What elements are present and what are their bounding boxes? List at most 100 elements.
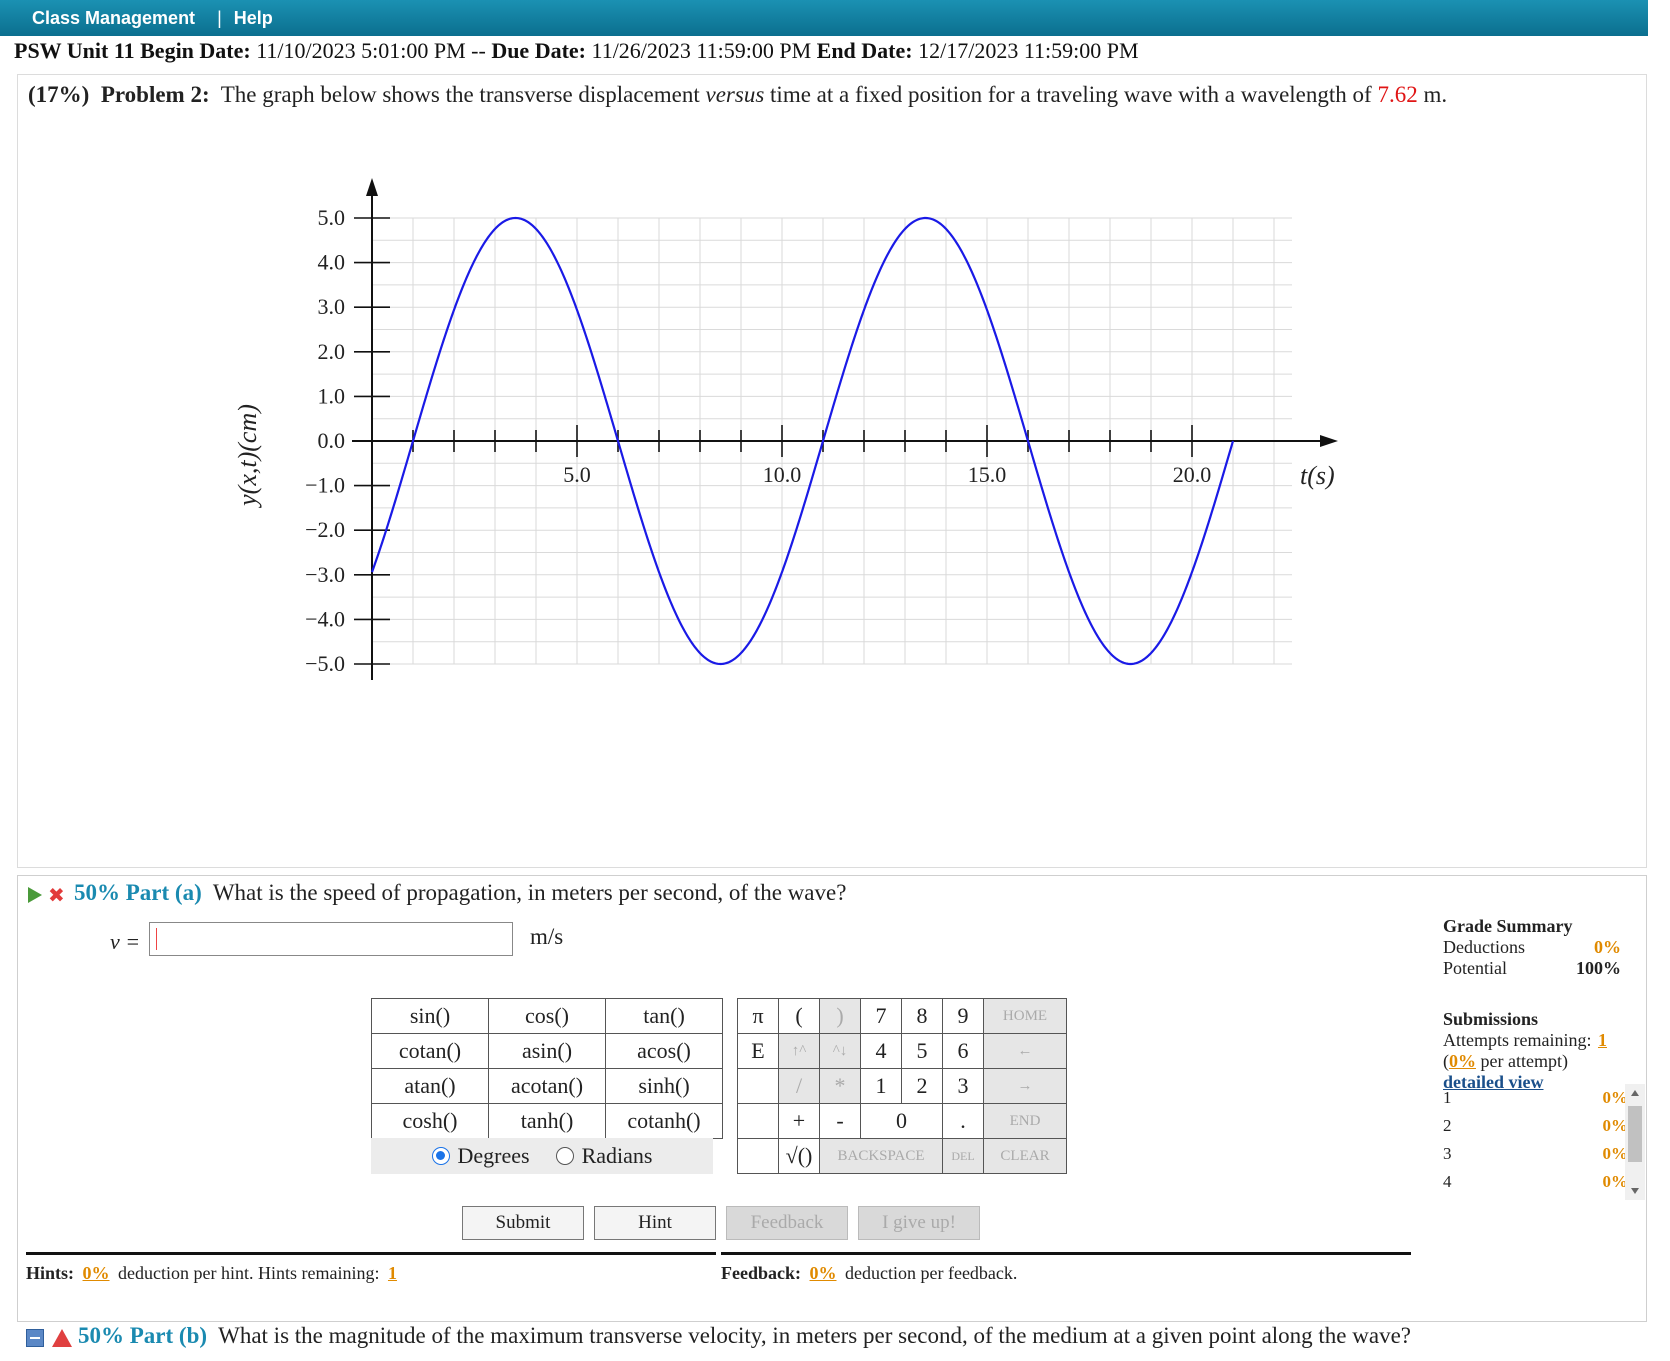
submit-button[interactable]: Submit xyxy=(462,1206,584,1240)
attempt-row: 3 0% xyxy=(1443,1144,1628,1164)
y-tick-label: 2.0 xyxy=(318,339,346,364)
attempt-row: 4 0% xyxy=(1443,1172,1628,1192)
help-link[interactable]: Help xyxy=(234,8,273,29)
y-tick-label: −1.0 xyxy=(305,473,345,498)
y-tick-label: 4.0 xyxy=(318,250,346,275)
key-plus[interactable]: + xyxy=(778,1103,820,1139)
key-4[interactable]: 4 xyxy=(860,1033,902,1069)
deductions-label: Deductions xyxy=(1443,937,1525,957)
key-7[interactable]: 7 xyxy=(860,998,902,1034)
y-tick-label: −4.0 xyxy=(305,606,345,631)
hint-button[interactable]: Hint xyxy=(594,1206,716,1240)
play-icon[interactable] xyxy=(28,886,42,903)
key-left-arrow[interactable]: ← xyxy=(983,1033,1067,1069)
key-cotanh[interactable]: cotanh() xyxy=(605,1103,723,1139)
deductions-row: Deductions 0% xyxy=(1443,937,1621,958)
key-2[interactable]: 2 xyxy=(901,1068,943,1104)
key-minus[interactable]: - xyxy=(819,1103,861,1139)
key-e[interactable]: E xyxy=(737,1033,779,1069)
key-slash[interactable]: / xyxy=(778,1068,820,1104)
key-rparen[interactable]: ) xyxy=(819,998,861,1034)
key-asin[interactable]: asin() xyxy=(488,1033,606,1069)
class-management-link[interactable]: Class Management xyxy=(32,8,195,29)
key-6[interactable]: 6 xyxy=(942,1033,984,1069)
key-lparen[interactable]: ( xyxy=(778,998,820,1034)
part-a-title: ✖ 50% Part (a) What is the speed of propa… xyxy=(28,880,846,906)
key-5[interactable]: 5 xyxy=(901,1033,943,1069)
attempts-value: 1 xyxy=(1597,1030,1607,1050)
per-attempt-text: per attempt) xyxy=(1480,1051,1568,1071)
attempt-number: 2 xyxy=(1443,1116,1452,1135)
key-atan[interactable]: atan() xyxy=(371,1068,489,1104)
attempt-number: 1 xyxy=(1443,1088,1452,1107)
key-acos[interactable]: acos() xyxy=(605,1033,723,1069)
scroll-down-icon[interactable] xyxy=(1631,1188,1639,1194)
y-tick-label: 0.0 xyxy=(318,428,346,453)
warning-icon xyxy=(52,1328,72,1347)
end-date-label: End Date: xyxy=(816,38,913,63)
collapse-icon[interactable] xyxy=(26,1328,44,1347)
part-b-question: What is the magnitude of the maximum tra… xyxy=(218,1323,1412,1348)
scrollbar-thumb[interactable] xyxy=(1628,1106,1642,1162)
key-cosh[interactable]: cosh() xyxy=(371,1103,489,1139)
key-end[interactable]: END xyxy=(983,1103,1067,1139)
hints-label: Hints: xyxy=(26,1263,75,1283)
part-a-question: What is the speed of propagation, in met… xyxy=(212,880,847,905)
key-sqrt[interactable]: √() xyxy=(778,1138,820,1174)
part-b-percent: 50% Part (b) xyxy=(78,1323,208,1348)
nav-separator: | xyxy=(217,7,222,28)
scroll-up-icon[interactable] xyxy=(1631,1090,1639,1096)
key-home[interactable]: HOME xyxy=(983,998,1067,1034)
key-3[interactable]: 3 xyxy=(942,1068,984,1104)
feedback-button[interactable]: Feedback xyxy=(726,1206,848,1240)
part-a-percent: 50% Part (a) xyxy=(74,880,202,905)
key-0[interactable]: 0 xyxy=(860,1103,943,1139)
key-down[interactable]: ^↓ xyxy=(819,1033,861,1069)
key-right-arrow[interactable]: → xyxy=(983,1068,1067,1104)
key-dot[interactable]: . xyxy=(942,1103,984,1139)
key-cotan[interactable]: cotan() xyxy=(371,1033,489,1069)
key-sinh[interactable]: sinh() xyxy=(605,1068,723,1104)
key-tanh[interactable]: tanh() xyxy=(488,1103,606,1139)
y-tick-label: 5.0 xyxy=(318,205,346,230)
key-pi[interactable]: π xyxy=(737,998,779,1034)
key-del[interactable]: DEL xyxy=(942,1138,984,1174)
attempts-list[interactable]: 1 0% 2 0% 3 0% 4 0% xyxy=(1443,1084,1651,1206)
key-8[interactable]: 8 xyxy=(901,998,943,1034)
key-9[interactable]: 9 xyxy=(942,998,984,1034)
problem-box: (17%) Problem 2: The graph below shows t… xyxy=(17,74,1647,868)
feedback-info: Feedback: 0% deduction per feedback. xyxy=(721,1252,1411,1312)
part-a-box: ✖ 50% Part (a) What is the speed of propa… xyxy=(17,875,1647,1322)
answer-unit: m/s xyxy=(530,924,564,949)
key-backspace[interactable]: BACKSPACE xyxy=(819,1138,943,1174)
end-date: 12/17/2023 11:59:00 PM xyxy=(912,38,1139,63)
key-up[interactable]: ↑^ xyxy=(778,1033,820,1069)
key-acotan[interactable]: acotan() xyxy=(488,1068,606,1104)
radians-label: Radians xyxy=(581,1143,653,1168)
submissions-title: Submissions xyxy=(1443,1009,1539,1029)
begin-date: 11/10/2023 5:01:00 PM -- xyxy=(250,38,492,63)
potential-value: 100% xyxy=(1576,958,1621,978)
key-star[interactable]: * xyxy=(819,1068,861,1104)
key-clear[interactable]: CLEAR xyxy=(983,1138,1067,1174)
key-cos[interactable]: cos() xyxy=(488,998,606,1034)
per-attempt-pct: 0% xyxy=(1449,1051,1476,1071)
attempts-scrollbar[interactable] xyxy=(1625,1084,1645,1200)
wave-graph: 5.0 4.0 3.0 2.0 1.0 0.0 −1.0 −2.0 −3.0 −4.0 −5.0 5.… xyxy=(233,178,1338,680)
y-tick-label: −2.0 xyxy=(305,517,345,542)
key-tan[interactable]: tan() xyxy=(605,998,723,1034)
key-sin[interactable]: sin() xyxy=(371,998,489,1034)
degrees-radio[interactable] xyxy=(431,1147,450,1165)
hints-remaining: 1 xyxy=(387,1263,397,1283)
potential-label: Potential xyxy=(1443,958,1507,978)
attempt-number: 3 xyxy=(1443,1144,1452,1163)
hints-deduction: 0% xyxy=(82,1263,110,1283)
x-tick-label: 10.0 xyxy=(763,462,802,487)
answer-input[interactable] xyxy=(149,922,513,956)
give-up-button[interactable]: I give up! xyxy=(858,1206,980,1240)
radians-radio[interactable] xyxy=(555,1147,574,1165)
y-tick-label: −5.0 xyxy=(305,651,345,676)
hints-text: deduction per hint. Hints remaining: xyxy=(118,1263,380,1283)
y-axis-arrow xyxy=(366,178,378,196)
key-1[interactable]: 1 xyxy=(860,1068,902,1104)
